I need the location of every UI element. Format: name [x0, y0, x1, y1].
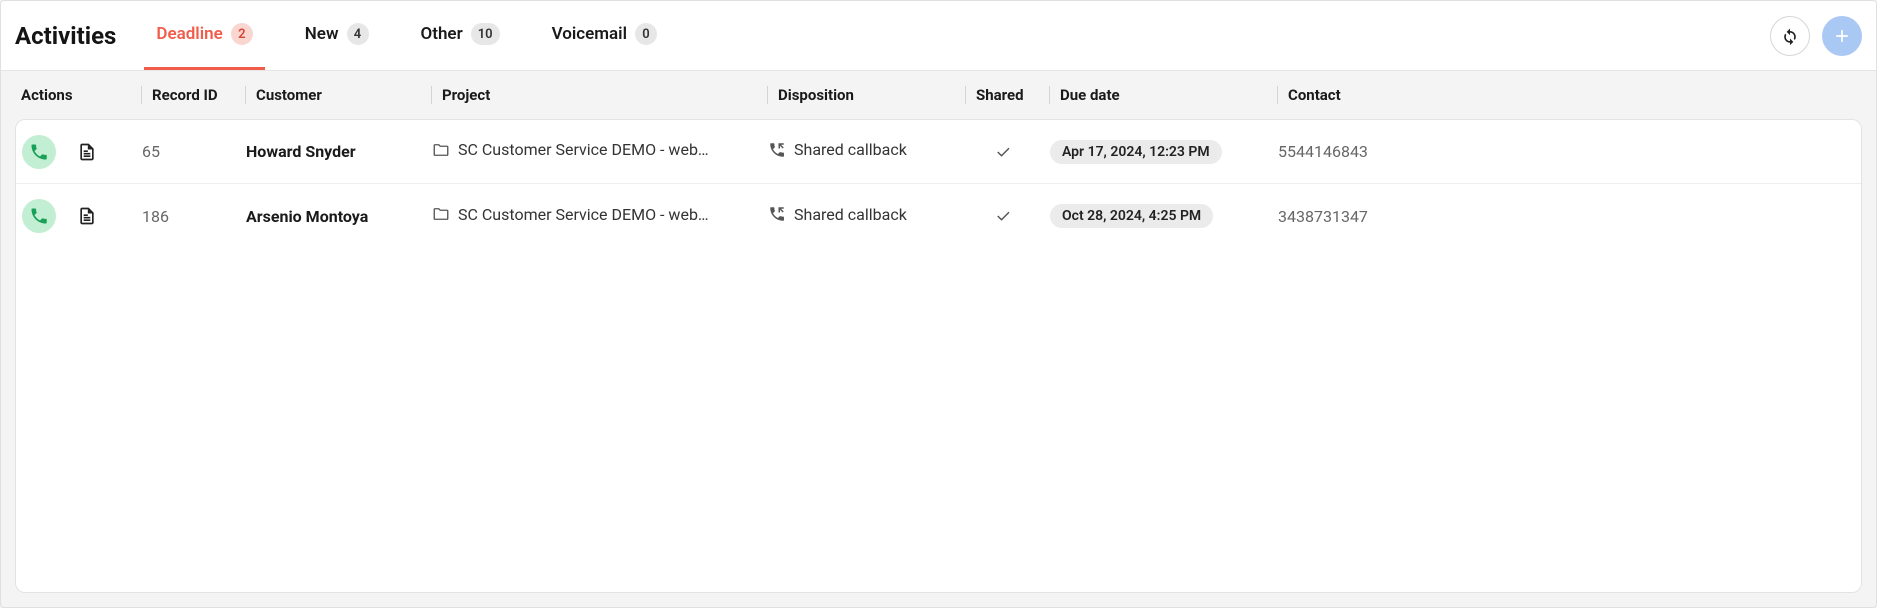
folder-icon — [432, 205, 450, 223]
phone-icon — [29, 206, 49, 226]
topbar-actions — [1770, 16, 1862, 56]
details-button[interactable] — [70, 199, 104, 233]
tab-label: Other — [421, 24, 463, 44]
tab-label: Voicemail — [552, 24, 627, 44]
column-contact: Contact — [1277, 86, 1421, 104]
tab-other[interactable]: Other 10 — [409, 1, 512, 70]
refresh-icon — [1780, 26, 1800, 46]
phone-icon — [29, 142, 49, 162]
column-disposition: Disposition — [767, 86, 965, 104]
contact-cell: 3438731347 — [1278, 207, 1422, 226]
call-button[interactable] — [22, 199, 56, 233]
callback-icon — [768, 205, 786, 223]
details-button[interactable] — [70, 135, 104, 169]
refresh-button[interactable] — [1770, 16, 1810, 56]
call-button[interactable] — [22, 135, 56, 169]
table-row[interactable]: 65 Howard Snyder SC Customer Service DEM… — [16, 120, 1861, 184]
column-shared: Shared — [965, 86, 1049, 104]
contact-cell: 5544146843 — [1278, 142, 1422, 161]
record-id-cell: 186 — [142, 207, 246, 226]
check-icon — [994, 207, 1012, 225]
tab-label: New — [305, 24, 339, 44]
topbar: Activities Deadline 2 New 4 Other 10 Voi… — [1, 1, 1876, 71]
shared-cell — [966, 207, 1050, 225]
column-record-id: Record ID — [141, 86, 245, 104]
column-project: Project — [431, 86, 767, 104]
plus-icon — [1832, 26, 1852, 46]
tab-label: Deadline — [156, 24, 222, 44]
column-due-date: Due date — [1049, 86, 1277, 104]
document-icon — [77, 206, 97, 226]
disposition-text: Shared callback — [794, 205, 907, 224]
tab-badge: 2 — [231, 23, 253, 45]
customer-cell: Arsenio Montoya — [246, 207, 432, 226]
page-title: Activities — [15, 22, 116, 50]
tabs: Deadline 2 New 4 Other 10 Voicemail 0 — [144, 1, 669, 70]
due-date-cell: Apr 17, 2024, 12:23 PM — [1050, 140, 1278, 164]
due-date-pill: Apr 17, 2024, 12:23 PM — [1050, 140, 1222, 164]
activities-app: Activities Deadline 2 New 4 Other 10 Voi… — [0, 0, 1877, 608]
due-date-cell: Oct 28, 2024, 4:25 PM — [1050, 204, 1278, 228]
tab-new[interactable]: New 4 — [293, 1, 381, 70]
column-actions: Actions — [21, 86, 141, 104]
table-header: Actions Record ID Customer Project Dispo… — [15, 71, 1862, 119]
tab-badge: 10 — [471, 23, 500, 45]
add-button[interactable] — [1822, 16, 1862, 56]
actions-cell — [22, 135, 142, 169]
project-text: SC Customer Service DEMO - web… — [458, 205, 709, 224]
callback-icon — [768, 141, 786, 159]
content: Actions Record ID Customer Project Dispo… — [1, 71, 1876, 607]
tab-badge: 4 — [347, 23, 369, 45]
check-icon — [994, 143, 1012, 161]
disposition-text: Shared callback — [794, 140, 907, 159]
folder-icon — [432, 141, 450, 159]
shared-cell — [966, 143, 1050, 161]
customer-cell: Howard Snyder — [246, 142, 432, 161]
disposition-cell: Shared callback — [768, 205, 966, 228]
tab-deadline[interactable]: Deadline 2 — [144, 1, 264, 70]
actions-cell — [22, 199, 142, 233]
tab-voicemail[interactable]: Voicemail 0 — [540, 1, 669, 70]
column-customer: Customer — [245, 86, 431, 104]
table-body: 65 Howard Snyder SC Customer Service DEM… — [15, 119, 1862, 593]
due-date-pill: Oct 28, 2024, 4:25 PM — [1050, 204, 1213, 228]
disposition-cell: Shared callback — [768, 140, 966, 163]
project-cell: SC Customer Service DEMO - web… — [432, 140, 768, 163]
table-row[interactable]: 186 Arsenio Montoya SC Customer Service … — [16, 184, 1861, 248]
project-cell: SC Customer Service DEMO - web… — [432, 205, 768, 228]
project-text: SC Customer Service DEMO - web… — [458, 140, 709, 159]
tab-badge: 0 — [635, 23, 657, 45]
record-id-cell: 65 — [142, 142, 246, 161]
document-icon — [77, 142, 97, 162]
